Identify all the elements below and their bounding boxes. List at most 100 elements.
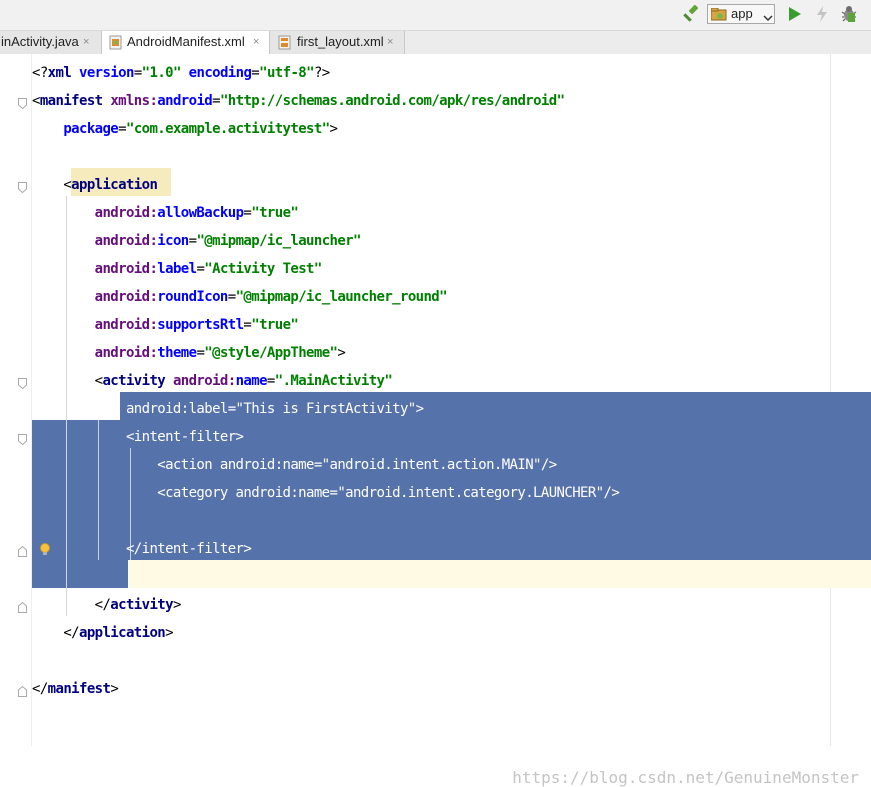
code-token: "http://schemas.android.com/apk/res/andr… bbox=[219, 93, 565, 109]
code-line[interactable]: android:supportsRtl="true" bbox=[32, 311, 299, 339]
fold-marker-icon[interactable] bbox=[18, 684, 27, 697]
code-token: android: bbox=[94, 233, 158, 249]
code-line[interactable]: android:roundIcon="@mipmap/ic_launcher_r… bbox=[32, 283, 448, 311]
code-token: "1.0" bbox=[141, 65, 182, 81]
code-token: icon bbox=[157, 233, 189, 249]
tab-mainactivity-java[interactable]: inActivity.java × bbox=[0, 31, 102, 54]
code-editor[interactable]: <?xml version="1.0" encoding="utf-8"?> <m… bbox=[0, 54, 871, 787]
code-token: "@style/AppTheme" bbox=[204, 345, 338, 361]
hammer-icon[interactable] bbox=[683, 4, 701, 23]
tab-label: inActivity.java bbox=[1, 34, 79, 49]
code-line[interactable]: <activity android:name=".MainActivity" bbox=[32, 367, 393, 395]
app-module-icon bbox=[710, 7, 727, 21]
code-token: xmlns: bbox=[110, 93, 158, 109]
code-line[interactable]: </intent-filter> bbox=[32, 535, 252, 563]
code-line[interactable]: android:icon="@mipmap/ic_launcher" bbox=[32, 227, 362, 255]
tab-label: AndroidManifest.xml bbox=[127, 34, 245, 49]
code-token: manifest bbox=[39, 93, 111, 109]
fold-marker-icon[interactable] bbox=[18, 180, 27, 194]
code-token: "@mipmap/ic_launcher" bbox=[196, 233, 361, 249]
code-token: name bbox=[235, 373, 268, 389]
manifest-file-icon bbox=[109, 35, 122, 50]
code-token: > bbox=[110, 681, 119, 697]
fold-marker-icon[interactable] bbox=[18, 544, 27, 557]
code-token: version bbox=[79, 65, 134, 81]
code-line[interactable]: <?xml version="1.0" encoding="utf-8"?> bbox=[32, 59, 330, 87]
tab-androidmanifest-xml[interactable]: AndroidManifest.xml × bbox=[102, 31, 270, 54]
code-token: = bbox=[227, 289, 236, 305]
code-token: = bbox=[212, 93, 220, 109]
code-token: ".MainActivity" bbox=[274, 373, 393, 389]
fold-marker-icon[interactable] bbox=[18, 600, 27, 613]
code-token: activity bbox=[102, 373, 173, 389]
close-icon[interactable]: × bbox=[253, 31, 259, 53]
main-toolbar: app bbox=[0, 0, 871, 30]
code-token: < bbox=[32, 373, 103, 389]
code-line[interactable]: android:theme="@style/AppTheme"> bbox=[32, 339, 346, 367]
code-line[interactable]: <manifest xmlns:android="http://schemas.… bbox=[32, 87, 565, 115]
code-token: > bbox=[172, 597, 181, 613]
code-line[interactable]: <action android:name="android.intent.act… bbox=[32, 451, 557, 479]
run-config-dropdown[interactable]: app bbox=[707, 4, 775, 24]
code-token: <? bbox=[32, 65, 48, 81]
code-line[interactable]: android:allowBackup="true" bbox=[32, 199, 299, 227]
close-icon[interactable]: × bbox=[387, 31, 393, 53]
code-token: android bbox=[157, 93, 213, 109]
code-token: android: bbox=[172, 373, 236, 389]
apply-changes-icon[interactable] bbox=[816, 6, 828, 27]
code-token: theme bbox=[157, 345, 197, 361]
watermark-text: https://blog.csdn.net/GenuineMonster bbox=[512, 768, 859, 787]
close-icon[interactable]: × bbox=[83, 31, 89, 53]
fold-marker-icon[interactable] bbox=[18, 376, 27, 390]
code-token: > bbox=[165, 625, 173, 641]
code-token: application bbox=[78, 625, 166, 641]
code-line[interactable]: <application bbox=[32, 171, 158, 199]
code-token: > bbox=[337, 345, 346, 361]
tab-first-layout-xml[interactable]: first_layout.xml × bbox=[270, 31, 405, 54]
code-token: = bbox=[133, 65, 142, 81]
code-token: android: bbox=[94, 205, 158, 221]
code-token: application bbox=[71, 177, 158, 193]
code-token: </ bbox=[32, 681, 48, 697]
code-token: xml bbox=[47, 65, 79, 81]
code-token: < bbox=[32, 177, 72, 193]
code-token: encoding bbox=[188, 65, 252, 81]
code-token: roundIcon bbox=[157, 289, 228, 305]
code-line[interactable]: </activity> bbox=[32, 591, 182, 619]
code-token: <action android:name="android.intent.act… bbox=[157, 457, 557, 473]
editor-tab-bar: inActivity.java × AndroidManifest.xml × … bbox=[0, 30, 871, 55]
code-line[interactable]: android:label="Activity Test" bbox=[32, 255, 323, 283]
code-token: < bbox=[32, 93, 40, 109]
code-line[interactable]: <intent-filter> bbox=[32, 423, 244, 451]
editor-gutter[interactable] bbox=[0, 54, 32, 746]
code-line[interactable]: <category android:name="android.intent.c… bbox=[32, 479, 620, 507]
code-token: android: bbox=[94, 261, 158, 277]
fold-marker-icon[interactable] bbox=[18, 96, 27, 110]
code-token: <intent-filter> bbox=[125, 429, 244, 445]
debug-icon[interactable] bbox=[841, 5, 857, 28]
layout-file-icon bbox=[278, 35, 291, 50]
tab-label: first_layout.xml bbox=[297, 34, 384, 49]
code-line[interactable]: package="com.example.activitytest"> bbox=[32, 115, 338, 143]
code-token: android: bbox=[94, 345, 158, 361]
run-icon[interactable] bbox=[788, 6, 802, 27]
code-token: android:label="This is FirstActivity"> bbox=[125, 401, 424, 417]
code-line[interactable]: </application> bbox=[32, 619, 173, 647]
code-token: </ bbox=[32, 625, 79, 641]
code-token: "utf-8" bbox=[259, 65, 314, 81]
code-line[interactable]: android:label="This is FirstActivity"> bbox=[32, 395, 424, 423]
fold-marker-icon[interactable] bbox=[18, 432, 27, 446]
code-token: = bbox=[118, 121, 126, 137]
code-line[interactable]: </manifest> bbox=[32, 675, 119, 703]
code-lines[interactable]: <?xml version="1.0" encoding="utf-8"?> <m… bbox=[32, 59, 862, 739]
